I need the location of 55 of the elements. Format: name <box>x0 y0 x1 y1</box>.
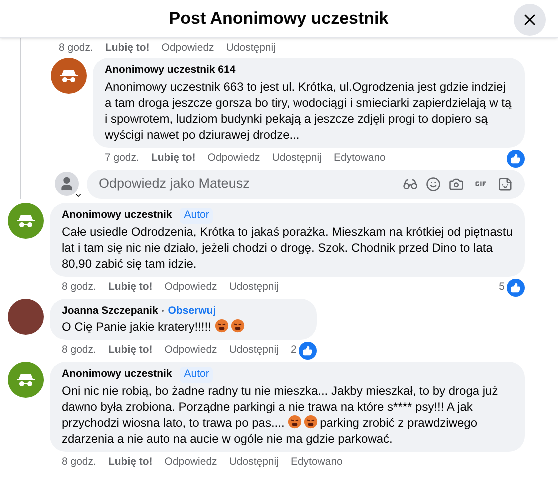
angry-face-icon <box>214 319 229 334</box>
share-link[interactable]: Udostępnij <box>229 455 279 471</box>
comment-text: Oni nic nie robią, bo żadne radny tu nie mieszka... Jakby mieszkał, to by droga już dawno była zrobiona. Porządne parkingi a nie trawa na które s**** psy!!! A jak przychodzi wiosna lato, to trawa po pas.... parking zrobić z prawdziwego zdarzenia a nie auto na aucie w ogóle nie ma gdzie parkować. <box>62 383 500 447</box>
emoji-icon[interactable] <box>426 176 441 192</box>
like-count[interactable]: 5 <box>499 280 505 296</box>
comment-time[interactable]: 7 godz. <box>105 150 140 167</box>
reply-link[interactable]: Odpowiedz <box>164 280 218 296</box>
author-badge: Autor <box>180 367 214 383</box>
angry-face-icon <box>288 415 302 429</box>
like-count[interactable]: 2 <box>290 343 297 360</box>
comment-time[interactable]: 8 godz. <box>62 280 96 296</box>
anonymous-avatar[interactable] <box>8 202 44 239</box>
person-icon <box>59 176 75 192</box>
angry-face-icon <box>230 319 245 334</box>
reply-link[interactable]: Odpowiedz <box>208 150 260 167</box>
sticker-icon[interactable] <box>498 176 513 192</box>
comment-text: Anonimowy uczestnik 663 to jest ul. Krótka, ul.Ogrodzenia jest gdzie indziej a tam droga jeszcze gorsza bo tiry, wodociągi i smieciarki zapierdzielają w tą i spowrotem, ludziom budynki pekają a jeszcze zdjęli progi to dopiero są wyścigi nawet po dziurawej drodze... <box>105 78 513 143</box>
camera-icon[interactable] <box>449 176 464 192</box>
share-link[interactable]: Udostępnij <box>226 41 276 57</box>
like-link[interactable]: Lubię to! <box>108 280 153 296</box>
edited-label: Edytowano <box>334 150 386 166</box>
author-name[interactable]: Anonimowy uczestnik <box>62 208 172 224</box>
reply-input-field[interactable]: Odpowiedz jako Mateusz <box>87 170 525 199</box>
like-link[interactable]: Lubię to! <box>108 343 153 360</box>
comment-text: Całe usiedle Odrodzenia, Krótka to jakaś porażka. Mieszkam na krótkiej od piętnastu lat i tam się nic nie działo, jeżeli chodzi o drogę. Szok. Chodnik przed Dino to lata 80,90 zabić się tam idzie. <box>62 224 513 272</box>
reply-link[interactable]: Odpowiedz <box>164 343 218 360</box>
edited-label: Edytowano <box>290 455 343 470</box>
author-name[interactable]: Joanna Szczepanik <box>62 304 158 320</box>
author-name[interactable]: Anonimowy uczestnik <box>62 367 172 383</box>
close-button[interactable] <box>514 4 546 36</box>
share-link[interactable]: Udostępnij <box>229 343 279 360</box>
author-badge: Autor <box>180 208 214 224</box>
photo-placeholder[interactable] <box>8 298 44 334</box>
like-link[interactable]: Lubię to! <box>105 41 150 57</box>
like-link[interactable]: Lubię to! <box>108 455 153 471</box>
angry-face-icon <box>304 415 318 429</box>
reply-link[interactable]: Odpowiedz <box>164 455 218 471</box>
avatar-sticker-icon[interactable] <box>403 176 418 192</box>
share-link[interactable]: Udostępnij <box>229 280 279 296</box>
author-name[interactable]: Anonimowy uczestnik 614 <box>105 63 236 79</box>
comment-time[interactable]: 8 godz. <box>59 41 94 57</box>
reply-input[interactable]: Odpowiedz jako Mateusz <box>99 174 403 194</box>
comment-time[interactable]: 8 godz. <box>62 343 96 360</box>
like-link[interactable]: Lubię to! <box>151 150 196 167</box>
anonymous-avatar[interactable] <box>8 362 44 398</box>
comment-text: O Cię Panie jakie kratery!!!!! <box>62 319 305 336</box>
anonymous-avatar[interactable] <box>51 58 87 94</box>
spy-icon <box>16 214 36 228</box>
spy-icon <box>16 373 36 388</box>
comment-time[interactable]: 8 godz. <box>62 455 96 471</box>
spy-icon <box>59 69 79 83</box>
reply-link[interactable]: Odpowiedz <box>162 41 214 57</box>
dialog-title: Post Anonimowy uczestnik <box>169 8 389 30</box>
follow-link[interactable]: Obserwuj <box>168 304 216 320</box>
share-link[interactable]: Udostępnij <box>272 150 322 167</box>
